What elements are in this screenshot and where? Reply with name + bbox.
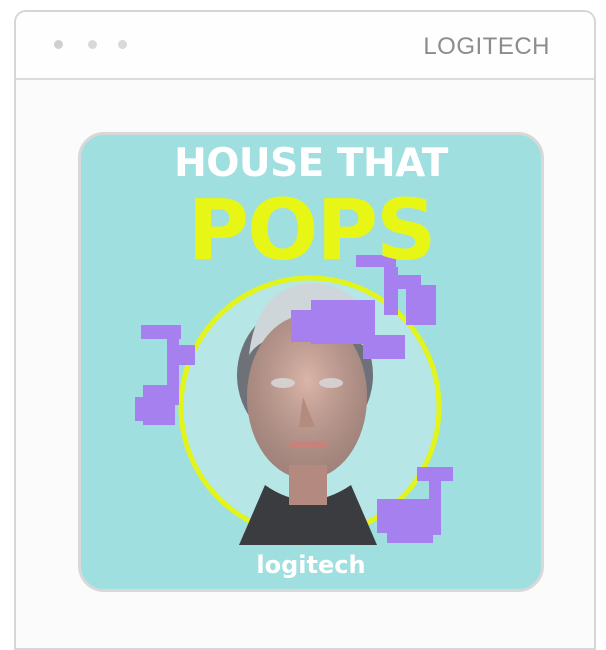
window-dot-icon[interactable] [88, 40, 97, 49]
brand-label: LOGITECH [423, 33, 550, 60]
title-bar: LOGITECH [16, 12, 594, 80]
cover-title-line1: HOUSE THAT [174, 141, 448, 186]
logitech-logo: logitech [256, 551, 366, 579]
content-area: HOUSE THAT POPS logitech [16, 80, 594, 648]
browser-window: LOGITECH HOUSE THAT POPS logitech [14, 10, 596, 650]
window-dot-icon[interactable] [54, 40, 63, 49]
cover-title-line2: POPS [187, 181, 436, 279]
playlist-cover[interactable]: HOUSE THAT POPS logitech [78, 132, 544, 592]
window-dot-icon[interactable] [118, 40, 127, 49]
